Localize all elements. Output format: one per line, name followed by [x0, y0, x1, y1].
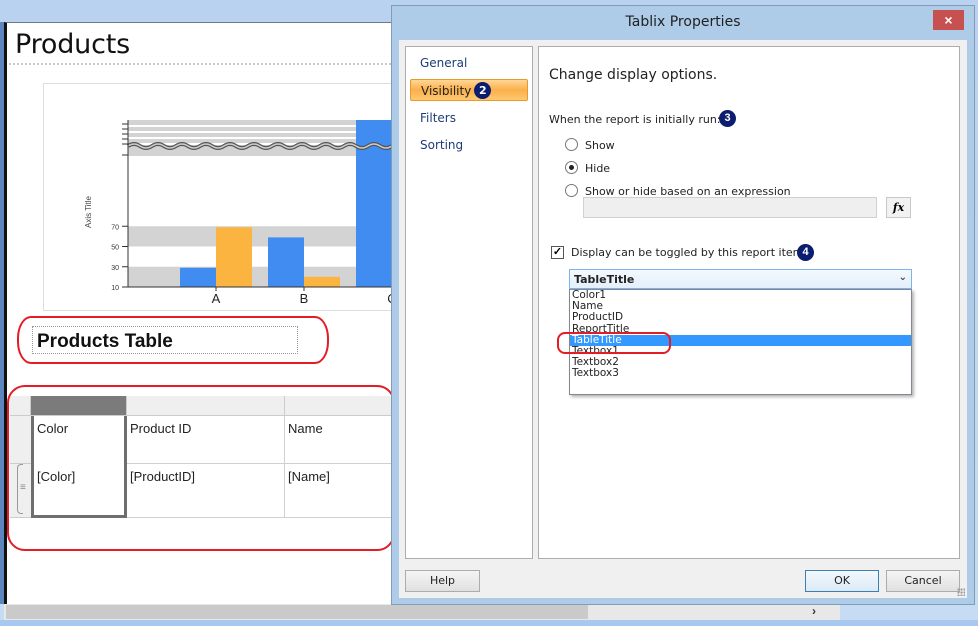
nav-item-visibility[interactable]: Visibility 2	[410, 79, 528, 101]
toggle-checkbox-label[interactable]: Display can be toggled by this report it…	[571, 246, 807, 259]
dialog-title: Tablix Properties	[625, 14, 741, 30]
chart-item[interactable]: ABC10305070Axis Title	[43, 83, 424, 311]
report-title[interactable]: Products	[15, 29, 130, 60]
radio-show[interactable]	[565, 138, 578, 151]
radio-show-label[interactable]: Show	[585, 139, 615, 152]
status-strip	[0, 620, 978, 626]
dialog-nav: General Visibility 2 Filters Sorting	[405, 46, 533, 559]
toggle-checkbox[interactable]: ✓	[551, 246, 564, 259]
initial-run-label: When the report is initially run:	[549, 113, 721, 126]
scroll-right-arrow-icon[interactable]: ›	[812, 604, 816, 618]
dropdown-option[interactable]: Textbox2	[570, 357, 911, 368]
ok-button[interactable]: OK	[805, 570, 879, 592]
x-tick-label: A	[212, 291, 221, 306]
y-axis-title: Axis Title	[84, 195, 93, 228]
radio-hide-label[interactable]: Hide	[585, 162, 610, 175]
annotation-ellipse-table-title	[17, 316, 329, 364]
dialog-body: General Visibility 2 Filters Sorting Chan…	[399, 40, 967, 598]
expression-input[interactable]	[583, 197, 877, 218]
nav-item-label: Visibility	[421, 84, 472, 98]
dialog-titlebar[interactable]: Tablix Properties ×	[392, 6, 974, 38]
resize-grip-icon[interactable]	[957, 588, 965, 596]
annotation-ellipse-tabletitle-option	[557, 332, 671, 354]
chart-svg: ABC10305070Axis Title	[84, 120, 424, 306]
dropdown-option[interactable]: Textbox3	[570, 368, 911, 379]
nav-item-label: General	[420, 56, 468, 70]
horizontal-scrollbar[interactable]: ›	[4, 604, 840, 620]
cancel-button[interactable]: Cancel	[886, 570, 960, 592]
y-tick-label: 50	[111, 245, 119, 252]
help-button[interactable]: Help	[405, 570, 480, 592]
y-tick-label: 30	[111, 265, 119, 272]
step-badge-4: 4	[797, 244, 814, 261]
dropdown-option[interactable]: ProductID	[570, 312, 911, 323]
annotation-ellipse-tablix	[7, 385, 395, 551]
dropdown-option[interactable]: Color1	[570, 289, 911, 301]
close-icon[interactable]: ×	[933, 10, 964, 30]
nav-item-filters[interactable]: Filters	[410, 107, 528, 129]
screen: Products ABC10305070Axis Title Products …	[0, 0, 978, 626]
nav-item-general[interactable]: General	[410, 52, 528, 74]
expression-fx-button[interactable]: fx	[886, 197, 911, 218]
x-tick-label: B	[300, 291, 309, 306]
nav-item-sorting[interactable]: Sorting	[410, 134, 528, 156]
step-badge-3: 3	[719, 110, 736, 127]
bar-A-1	[216, 227, 252, 287]
radio-expression[interactable]	[565, 184, 578, 197]
chevron-down-icon[interactable]: ⌄	[899, 272, 907, 283]
nav-item-label: Filters	[420, 111, 456, 125]
bar-B-1	[304, 276, 340, 287]
bar-A-0	[180, 267, 216, 287]
y-tick-label: 10	[111, 285, 119, 292]
y-tick-label: 70	[111, 224, 119, 231]
tablix-properties-dialog: Tablix Properties × General Visibility 2 …	[391, 5, 975, 605]
scrollbar-thumb[interactable]	[6, 605, 588, 619]
panel-heading: Change display options.	[549, 67, 718, 83]
bar-B-0	[268, 237, 304, 287]
toggle-item-combobox[interactable]: TableTitle ⌄	[569, 269, 912, 289]
nav-item-label: Sorting	[420, 138, 464, 152]
radio-hide[interactable]	[565, 161, 578, 174]
combobox-value: TableTitle	[574, 273, 635, 286]
step-badge-2: 2	[474, 81, 492, 99]
visibility-panel: Change display options. When the report …	[538, 46, 960, 559]
